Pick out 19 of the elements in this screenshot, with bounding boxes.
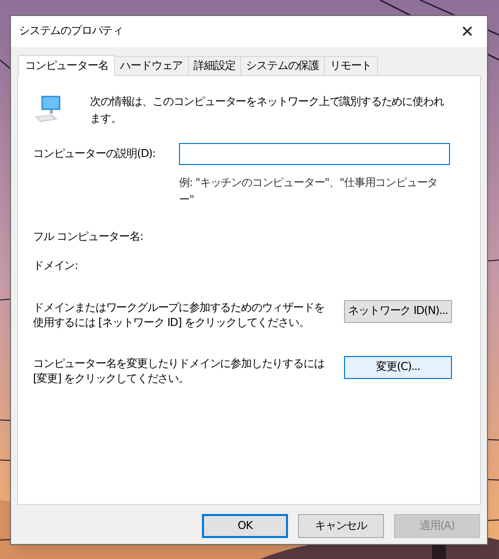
window-title: システムのプロパティ [19, 23, 124, 40]
full-name-label: フル コンピューター名: [33, 229, 144, 245]
dialog-button[interactable]: キャンセル [298, 514, 384, 538]
tab[interactable]: ハードウェア [115, 56, 189, 75]
instruction-text: コンピューター名を変更したりドメインに参加したりするには [変更] をクリックしてください。 [33, 356, 326, 386]
description-label: コンピューターの説明(D): [33, 146, 156, 162]
action-button[interactable]: 変更(C)... [344, 356, 452, 379]
description-field[interactable] [179, 143, 450, 165]
dialog-button[interactable]: OK [202, 514, 288, 538]
tab[interactable]: リモート [325, 56, 378, 75]
domain-label: ドメイン: [33, 258, 79, 274]
tab[interactable]: 詳細設定 [188, 56, 242, 75]
tab[interactable]: コンピューター名 [18, 55, 116, 76]
intro-text: 次の情報は、このコンピューターをネットワーク上で識別するために使われます。 [90, 94, 445, 126]
close-button[interactable]: ✕ [447, 16, 487, 46]
instruction-text: ドメインまたはワークグループに参加するためのウィザードを使用するには [ネットワーク ID] をクリックしてください。 [33, 300, 326, 330]
tab[interactable]: システムの保護 [241, 56, 326, 75]
example-text: 例: "キッチンのコンピューター"、"仕事用コンピューター" [179, 175, 439, 208]
action-button[interactable]: ネットワーク ID(N)... [344, 300, 452, 323]
